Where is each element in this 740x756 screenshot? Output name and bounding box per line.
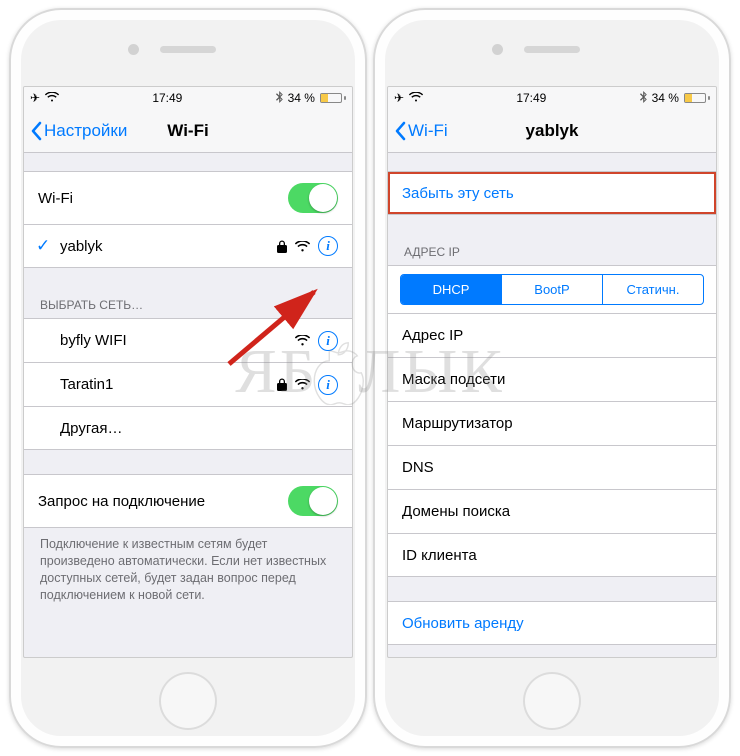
row-router[interactable]: Маршрутизатор [388, 401, 716, 445]
screen-wifi-list: ✈︎ 17:49 34 % Настройки W [23, 86, 353, 658]
forget-label: Забыть эту сеть [402, 185, 514, 202]
ask-to-join-row[interactable]: Запрос на подключение [24, 474, 352, 528]
phone-right: ✈︎ 17:49 34 % Wi-Fi yablyk [373, 8, 731, 748]
seg-bootp[interactable]: BootP [501, 275, 602, 304]
page-title: yablyk [526, 121, 579, 141]
seg-static[interactable]: Статичн. [602, 275, 703, 304]
other-network-row[interactable]: Другая… [24, 406, 352, 450]
network-ssid: byfly WIFI [60, 332, 295, 349]
lock-icon [277, 240, 287, 253]
network-ssid: Taratin1 [60, 376, 277, 393]
page-title: Wi-Fi [167, 121, 208, 141]
airplane-icon: ✈︎ [30, 91, 40, 105]
choose-network-header: ВЫБРАТЬ СЕТЬ… [24, 292, 352, 318]
ask-to-join-toggle[interactable] [288, 486, 338, 516]
status-time: 17:49 [152, 91, 182, 105]
forget-network-button[interactable]: Забыть эту сеть [388, 171, 716, 215]
row-search-domains[interactable]: Домены поиска [388, 489, 716, 533]
airplane-icon: ✈︎ [394, 91, 404, 105]
bluetooth-icon [640, 91, 647, 106]
renew-lease-button[interactable]: Обновить аренду [388, 601, 716, 645]
battery-icon [684, 93, 710, 103]
wifi-status-icon [45, 91, 59, 105]
wifi-signal-icon [295, 379, 310, 390]
navbar: Настройки Wi-Fi [24, 109, 352, 153]
wifi-signal-icon [295, 335, 310, 346]
info-icon[interactable]: i [318, 331, 338, 351]
ip-section-header: АДРЕС IP [388, 239, 716, 265]
chevron-left-icon [394, 121, 406, 141]
seg-dhcp[interactable]: DHCP [401, 275, 501, 304]
screen-wifi-detail: ✈︎ 17:49 34 % Wi-Fi yablyk [387, 86, 717, 658]
lock-icon [277, 378, 287, 391]
wifi-status-icon [409, 91, 423, 105]
wifi-signal-icon [295, 241, 310, 252]
phone-left: ✈︎ 17:49 34 % Настройки W [9, 8, 367, 748]
row-subnet-mask[interactable]: Маска подсети [388, 357, 716, 401]
back-label: Wi-Fi [408, 121, 448, 141]
ask-to-join-label: Запрос на подключение [38, 493, 288, 510]
row-client-id[interactable]: ID клиента [388, 533, 716, 577]
info-icon[interactable]: i [318, 375, 338, 395]
wifi-toggle[interactable] [288, 183, 338, 213]
status-bar: ✈︎ 17:49 34 % [388, 87, 716, 109]
connected-network-row[interactable]: ✓ yablyk i [24, 224, 352, 268]
home-button[interactable] [159, 672, 217, 730]
wifi-toggle-row[interactable]: Wi-Fi [24, 171, 352, 224]
row-dns[interactable]: DNS [388, 445, 716, 489]
info-icon[interactable]: i [318, 236, 338, 256]
check-icon: ✓ [36, 236, 50, 256]
row-ip-address[interactable]: Адрес IP [388, 313, 716, 357]
network-row[interactable]: Taratin1 i [24, 362, 352, 406]
back-label: Настройки [44, 121, 127, 141]
home-button[interactable] [523, 672, 581, 730]
battery-icon [320, 93, 346, 103]
other-label: Другая… [60, 420, 338, 437]
navbar: Wi-Fi yablyk [388, 109, 716, 153]
bluetooth-icon [276, 91, 283, 106]
status-time: 17:49 [516, 91, 546, 105]
back-button[interactable]: Настройки [30, 109, 127, 152]
ip-mode-segmented: DHCP BootP Статичн. [388, 265, 716, 313]
battery-pct-text: 34 % [288, 91, 315, 105]
back-button[interactable]: Wi-Fi [394, 109, 448, 152]
connected-ssid: yablyk [60, 238, 277, 255]
battery-pct-text: 34 % [652, 91, 679, 105]
wifi-toggle-label: Wi-Fi [38, 190, 288, 207]
chevron-left-icon [30, 121, 42, 141]
network-row[interactable]: byfly WIFI i [24, 318, 352, 362]
status-bar: ✈︎ 17:49 34 % [24, 87, 352, 109]
ask-to-join-footer: Подключение к известным сетям будет прои… [24, 528, 352, 604]
renew-label: Обновить аренду [402, 615, 524, 632]
